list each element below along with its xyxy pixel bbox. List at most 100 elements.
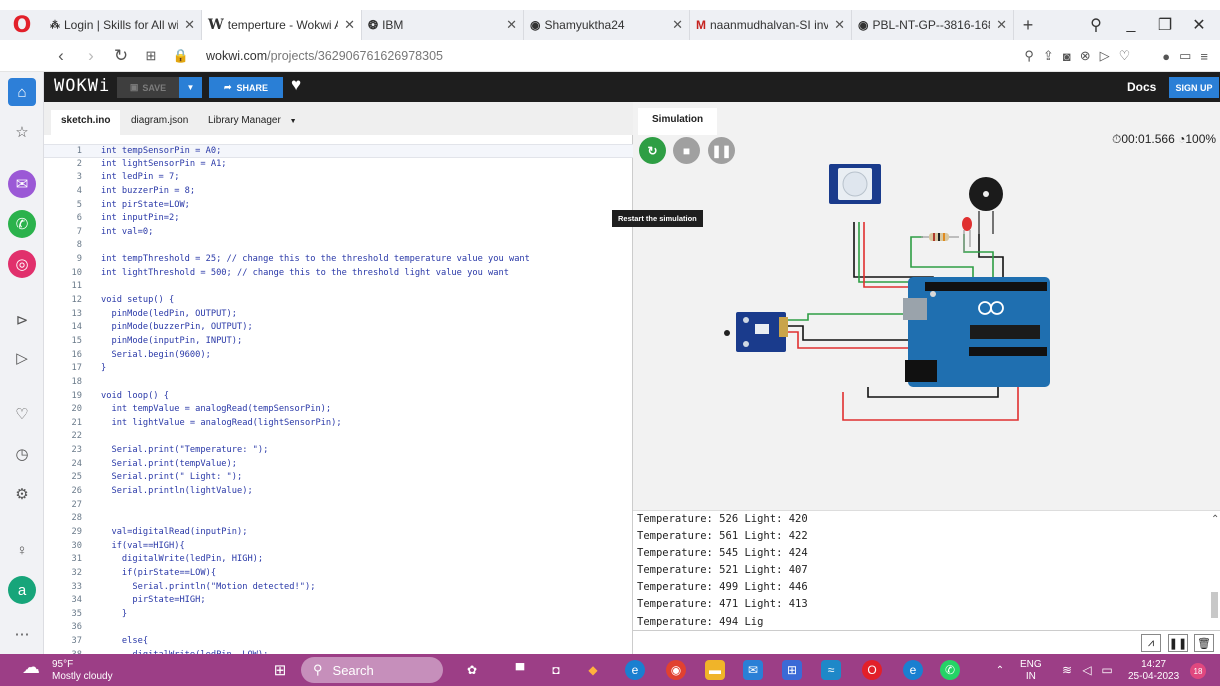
code-line[interactable]: 28	[44, 512, 633, 526]
volume-icon[interactable]: ◁	[1077, 660, 1097, 680]
code-line[interactable]: 19 void loop() {	[44, 390, 633, 404]
signup-button[interactable]: SIGN UP	[1169, 77, 1219, 98]
led[interactable]	[962, 217, 972, 252]
code-line[interactable]: 35 }	[44, 608, 633, 622]
heart-icon[interactable]: ♡	[8, 400, 36, 428]
back-icon[interactable]: ‹	[46, 46, 76, 66]
close-icon[interactable]: ✕	[996, 17, 1007, 33]
edge-beta-icon[interactable]: e	[903, 660, 923, 680]
edge-icon[interactable]: e	[625, 660, 645, 680]
battery-icon[interactable]: ▭	[1179, 48, 1191, 64]
scrollbar-thumb[interactable]	[1211, 592, 1218, 618]
whatsapp-icon[interactable]: ✆	[8, 210, 36, 238]
code-line[interactable]: 1 int tempSensorPin = A0;	[44, 144, 633, 158]
teams-icon[interactable]: ◘	[546, 660, 566, 680]
save-button[interactable]: ▣ SAVE	[117, 77, 179, 98]
code-line[interactable]: 34 pirState=HIGH;	[44, 594, 633, 608]
tips-icon[interactable]: ♀	[8, 536, 36, 564]
code-line[interactable]: 23 Serial.print("Temperature: ");	[44, 444, 633, 458]
code-line[interactable]: 17}	[44, 362, 633, 376]
file-explorer-icon[interactable]: ▬	[705, 660, 725, 680]
browser-tab-active[interactable]: W temperture - Wokwi Ard ✕	[202, 10, 362, 40]
search-icon[interactable]: ⚲	[1024, 48, 1034, 64]
messenger-icon[interactable]: ✉	[8, 170, 36, 198]
instagram-icon[interactable]: ◎	[8, 250, 36, 278]
profile-icon[interactable]: ●	[1162, 49, 1170, 64]
wifi-icon[interactable]: ≋	[1057, 660, 1077, 680]
onenote-icon[interactable]: ◆	[583, 660, 603, 680]
browser-tab[interactable]: ❂ IBM ✕	[362, 10, 524, 40]
code-line[interactable]: 12 void setup() {	[44, 294, 633, 308]
docs-link[interactable]: Docs	[1127, 80, 1156, 94]
code-line[interactable]: 9 int tempThreshold = 25; // change this …	[44, 253, 633, 267]
wokwi-logo[interactable]: WOKWi	[54, 76, 110, 96]
code-line[interactable]: 6 int inputPin=2;	[44, 212, 633, 226]
speed-dial-icon[interactable]: ⊞	[136, 48, 166, 64]
code-line[interactable]: 3 int ledPin = 7;	[44, 171, 633, 185]
notification-badge[interactable]: 18	[1190, 663, 1206, 679]
home-icon[interactable]: ⌂	[8, 78, 36, 106]
buzzer[interactable]	[969, 177, 1003, 234]
tab-sketch-ino[interactable]: sketch.ino	[51, 110, 121, 135]
code-line[interactable]: 16 Serial.begin(9600);	[44, 349, 633, 363]
player-icon[interactable]: ⊳	[8, 306, 36, 334]
pir-sensor[interactable]	[829, 164, 881, 204]
more-icon[interactable]: ⋯	[8, 620, 36, 648]
aria-icon[interactable]: a	[8, 576, 36, 604]
code-line[interactable]: 4 int buzzerPin = 8;	[44, 185, 633, 199]
weather-widget[interactable]: 95°F Mostly cloudy	[52, 659, 113, 683]
task-view-icon[interactable]: ▀	[510, 660, 530, 680]
code-line[interactable]: 27	[44, 499, 633, 513]
new-tab-button[interactable]: +	[1014, 15, 1042, 36]
clock[interactable]: 14:27 25-04-2023	[1128, 659, 1179, 683]
save-dropdown-button[interactable]: ▼	[179, 77, 202, 98]
search-tabs-icon[interactable]: ⚲	[1079, 10, 1113, 40]
arduino-uno[interactable]	[903, 277, 1050, 387]
resistor[interactable]	[921, 233, 959, 241]
code-line[interactable]: 14 pinMode(buzzerPin, OUTPUT);	[44, 321, 633, 335]
scroll-up-icon[interactable]: ⌃	[1211, 514, 1219, 525]
tab-diagram-json[interactable]: diagram.json	[121, 110, 198, 135]
whatsapp-taskbar-icon[interactable]: ✆	[940, 660, 960, 680]
heart-icon[interactable]: ♡	[1119, 48, 1131, 64]
close-icon[interactable]: ✕	[672, 17, 683, 33]
copilot-icon[interactable]: ✿	[462, 660, 482, 680]
close-icon[interactable]: ✕	[184, 17, 195, 33]
snapshot-icon[interactable]: ◙	[1063, 49, 1071, 64]
code-line[interactable]: 21 int lightValue = analogRead(lightSens…	[44, 417, 633, 431]
easy-setup-icon[interactable]: ≡	[1200, 49, 1208, 64]
plotter-icon[interactable]: ⩘	[1141, 634, 1161, 652]
mail-icon[interactable]: ✉	[743, 660, 763, 680]
browser-tab[interactable]: ⁂ Login | Skills for All with ✕	[44, 10, 202, 40]
browser-tab[interactable]: M naanmudhalvan-SI invite ✕	[690, 10, 852, 40]
url-field[interactable]: wokwi.com/projects/362906761626978305	[206, 49, 443, 63]
store-icon[interactable]: ⊞	[782, 660, 802, 680]
chrome-icon[interactable]: ◉	[666, 660, 686, 680]
code-line[interactable]: 11	[44, 280, 633, 294]
weather-cloud-icon[interactable]: ☁	[22, 657, 40, 678]
photoresistor-module[interactable]	[724, 312, 788, 352]
code-line[interactable]: 29 val=digitalRead(inputPin);	[44, 526, 633, 540]
code-line[interactable]: 36	[44, 621, 633, 635]
code-line[interactable]: 26 Serial.println(lightValue);	[44, 485, 633, 499]
close-window-button[interactable]: ✕	[1182, 10, 1216, 40]
tab-library-manager[interactable]: Library Manager ▼	[198, 110, 307, 135]
language-indicator[interactable]: ENG IN	[1020, 659, 1042, 683]
forward-icon[interactable]: ›	[76, 46, 106, 66]
share-button[interactable]: ➦ SHARE	[209, 77, 283, 98]
code-line[interactable]: 31 digitalWrite(ledPin, HIGH);	[44, 553, 633, 567]
code-line[interactable]: 25 Serial.print(" Light: ");	[44, 471, 633, 485]
browser-tab[interactable]: ◉ Shamyuktha24 ✕	[524, 10, 690, 40]
code-line[interactable]: 22	[44, 430, 633, 444]
app-icon[interactable]: ≈	[821, 660, 841, 680]
reload-icon[interactable]: ↻	[106, 46, 136, 66]
history-icon[interactable]: ◷	[8, 440, 36, 468]
code-line[interactable]: 24 Serial.print(tempValue);	[44, 458, 633, 472]
opera-logo-icon[interactable]: O	[0, 13, 44, 38]
code-line[interactable]: 20 int tempValue = analogRead(tempSensor…	[44, 403, 633, 417]
serial-input-field[interactable]: ⩘ ❚❚ 🗑	[633, 630, 1220, 654]
code-line[interactable]: 2 int lightSensorPin = A1;	[44, 158, 633, 172]
pause-icon[interactable]: ❚❚	[1168, 634, 1188, 652]
code-area[interactable]: 1 int tempSensorPin = A0; 2 int lightSensor…	[44, 144, 633, 654]
code-line[interactable]: 13 pinMode(ledPin, OUTPUT);	[44, 308, 633, 322]
